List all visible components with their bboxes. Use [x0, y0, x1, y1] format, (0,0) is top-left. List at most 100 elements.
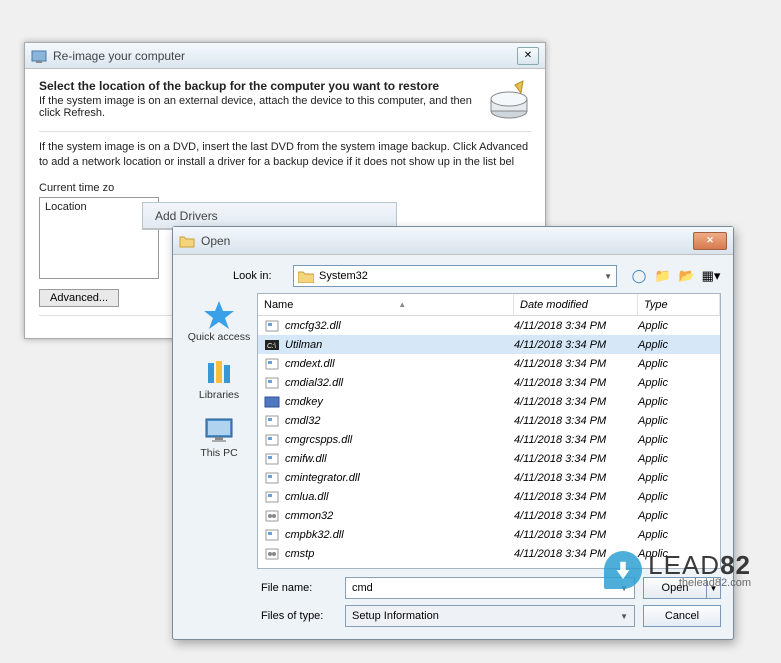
file-date: 4/11/2018 3:34 PM	[514, 510, 638, 522]
lookin-combo[interactable]: System32 ▼	[293, 265, 617, 287]
file-icon	[264, 395, 280, 409]
sort-arrow-icon: ▲	[398, 300, 406, 309]
folder-icon	[298, 269, 314, 283]
places-bar: Quick access Libraries This PC	[185, 293, 253, 569]
file-icon	[264, 452, 280, 466]
advanced-button[interactable]: Advanced...	[39, 289, 119, 307]
file-name: cmdkey	[285, 396, 323, 408]
reimage-subhead: If the system image is on an external de…	[39, 95, 477, 119]
file-row[interactable]: cmdial32.dll4/11/2018 3:34 PMApplic	[258, 373, 720, 392]
file-type: Applic	[638, 339, 720, 351]
file-row[interactable]: cmcfg32.dll 4/11/2018 3:34 PMApplic	[258, 316, 720, 335]
cancel-button[interactable]: Cancel	[643, 605, 721, 627]
file-type: Applic	[638, 529, 720, 541]
file-row[interactable]: cmlua.dll 4/11/2018 3:34 PMApplic	[258, 487, 720, 506]
file-type: Applic	[638, 320, 720, 332]
file-icon	[264, 547, 280, 561]
file-type: Applic	[638, 396, 720, 408]
file-name: cmlua.dll	[285, 491, 328, 503]
file-row[interactable]: cmpbk32.dll4/11/2018 3:34 PMApplic	[258, 525, 720, 544]
new-folder-icon[interactable]: 📂	[677, 266, 697, 286]
file-name: cmcfg32.dll	[285, 320, 341, 332]
file-date: 4/11/2018 3:34 PM	[514, 434, 638, 446]
file-row[interactable]: cmmon32 4/11/2018 3:34 PMApplic	[258, 506, 720, 525]
file-type: Applic	[638, 434, 720, 446]
file-row[interactable]: C:\Utilman4/11/2018 3:34 PMApplic	[258, 335, 720, 354]
file-name: cmdext.dll	[285, 358, 335, 370]
col-name: Name▲	[258, 294, 514, 315]
filename-label: File name:	[261, 582, 337, 594]
place-libraries[interactable]: Libraries	[187, 357, 251, 401]
add-drivers-title: Add Drivers	[149, 209, 390, 223]
reimage-icon	[31, 48, 47, 64]
file-row[interactable]: cmdl32 4/11/2018 3:34 PMApplic	[258, 411, 720, 430]
filename-value: cmd	[352, 582, 373, 594]
file-date: 4/11/2018 3:34 PM	[514, 529, 638, 541]
file-icon	[264, 528, 280, 542]
file-row[interactable]: cmintegrator.dll4/11/2018 3:34 PMApplic	[258, 468, 720, 487]
star-icon	[202, 299, 236, 329]
file-name: cmstp	[285, 548, 314, 560]
file-icon: C:\	[264, 338, 280, 352]
lookin-value: System32	[319, 270, 368, 282]
file-type: Applic	[638, 510, 720, 522]
open-close-button[interactable]: ✕	[693, 232, 727, 250]
back-icon[interactable]: ◯	[629, 266, 649, 286]
place-quick-access[interactable]: Quick access	[187, 299, 251, 343]
file-row[interactable]: cmgrcspps.dll 4/11/2018 3:34 PMApplic	[258, 430, 720, 449]
monitor-icon	[202, 415, 236, 445]
up-icon[interactable]: 📁	[653, 266, 673, 286]
drive-icon	[487, 79, 531, 123]
svg-text:C:\: C:\	[267, 343, 276, 350]
place-this-pc[interactable]: This PC	[187, 415, 251, 459]
file-icon	[264, 414, 280, 428]
views-icon[interactable]: ▦▾	[701, 266, 721, 286]
open-title: Open	[201, 234, 693, 248]
reimage-close-button[interactable]: ✕	[517, 47, 539, 65]
file-icon	[264, 490, 280, 504]
file-type: Applic	[638, 453, 720, 465]
libraries-icon	[202, 357, 236, 387]
file-row[interactable]: cmdkey 4/11/2018 3:34 PMApplic	[258, 392, 720, 411]
file-date: 4/11/2018 3:34 PM	[514, 320, 638, 332]
file-date: 4/11/2018 3:34 PM	[514, 491, 638, 503]
lookin-label: Look in:	[233, 270, 285, 282]
file-name: cmdl32	[285, 415, 320, 427]
file-type: Applic	[638, 491, 720, 503]
file-name: cmintegrator.dll	[285, 472, 360, 484]
file-date: 4/11/2018 3:34 PM	[514, 396, 638, 408]
file-type: Applic	[638, 415, 720, 427]
file-icon	[264, 376, 280, 390]
file-list[interactable]: Name▲ Date modified Type cmcfg32.dll 4/11…	[257, 293, 721, 569]
file-name: cmgrcspps.dll	[285, 434, 352, 446]
file-icon	[264, 471, 280, 485]
reimage-title: Re-image your computer	[53, 49, 517, 63]
open-folder-icon	[179, 233, 195, 249]
file-icon	[264, 319, 280, 333]
reimage-titlebar[interactable]: Re-image your computer ✕	[25, 43, 545, 69]
location-listbox[interactable]: Location	[39, 197, 159, 279]
filetype-value: Setup Information	[352, 610, 439, 622]
file-icon	[264, 433, 280, 447]
file-icon	[264, 509, 280, 523]
file-date: 4/11/2018 3:34 PM	[514, 339, 638, 351]
file-icon	[264, 357, 280, 371]
open-titlebar[interactable]: Open ✕	[173, 227, 733, 255]
file-type: Applic	[638, 377, 720, 389]
place-label: Libraries	[199, 389, 239, 401]
col-type[interactable]: Type	[638, 294, 720, 315]
file-date: 4/11/2018 3:34 PM	[514, 415, 638, 427]
logo-icon	[604, 551, 642, 589]
reimage-headline: Select the location of the backup for th…	[39, 79, 477, 93]
file-name: cmmon32	[285, 510, 333, 522]
filetype-label: Files of type:	[261, 610, 337, 622]
file-date: 4/11/2018 3:34 PM	[514, 358, 638, 370]
file-row[interactable]: cmifw.dll4/11/2018 3:34 PMApplic	[258, 449, 720, 468]
file-list-header[interactable]: Name▲ Date modified Type	[258, 294, 720, 316]
file-row[interactable]: cmdext.dll4/11/2018 3:34 PMApplic	[258, 354, 720, 373]
filetype-combo[interactable]: Setup Information ▼	[345, 605, 635, 627]
col-date[interactable]: Date modified	[514, 294, 638, 315]
file-date: 4/11/2018 3:34 PM	[514, 377, 638, 389]
filename-input[interactable]: cmd ▼	[345, 577, 635, 599]
place-label: Quick access	[188, 331, 250, 343]
